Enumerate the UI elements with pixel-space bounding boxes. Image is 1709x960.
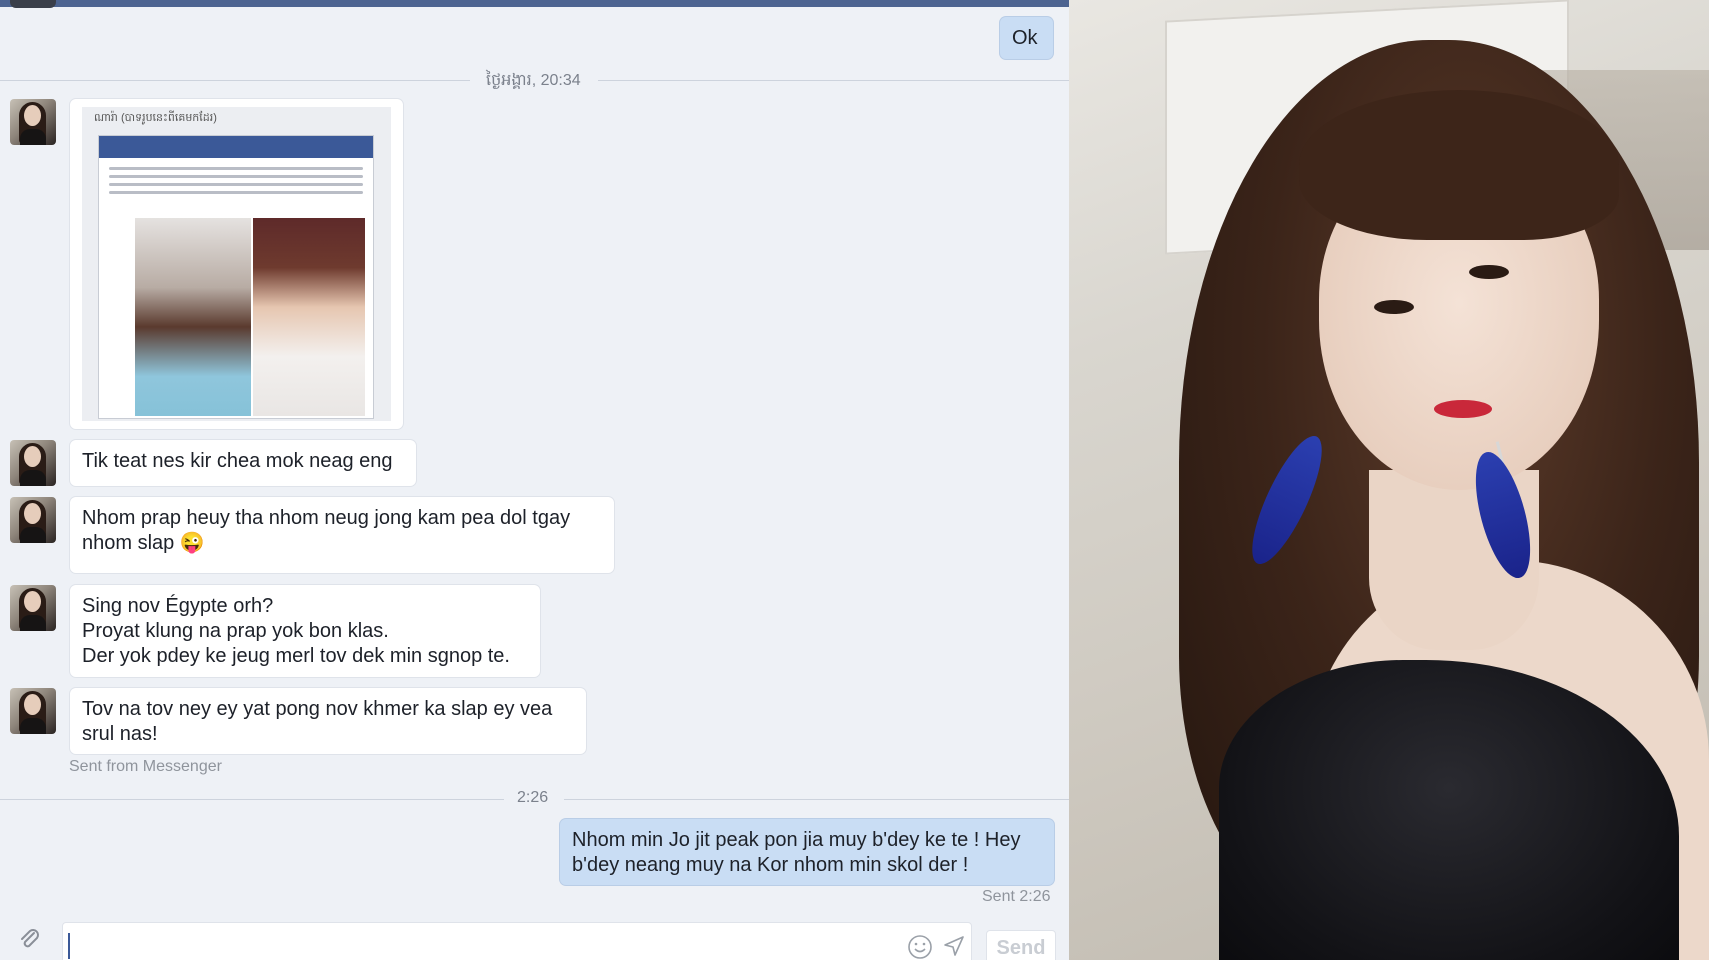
incoming-message[interactable]: Sing nov Égypte orh? Proyat klung na pra…	[70, 585, 540, 677]
facebook-header-bar	[99, 136, 373, 158]
message-input[interactable]	[62, 922, 972, 960]
message-line: Nhom prap heuy tha nhom neug jong kam pe…	[82, 507, 571, 529]
outgoing-message[interactable]: Nhom min Jo jit peak pon jia muy b'dey k…	[560, 819, 1054, 885]
message-line: Sing nov Égypte orh?	[82, 595, 274, 617]
avatar-face	[24, 694, 41, 715]
message-line: Proyat klung na prap yok bon klas.	[82, 620, 389, 642]
emoji-icon[interactable]	[907, 934, 933, 960]
paperclip-icon-svg	[21, 929, 39, 948]
message-line: Nhom min Jo jit peak pon jia muy b'dey k…	[572, 829, 1021, 851]
emoji-icon-svg	[908, 935, 932, 959]
avatar-face	[24, 446, 41, 467]
photo-eye-left	[1374, 300, 1414, 314]
sent-status: Sent 2:26	[982, 888, 1051, 905]
avatar-body	[20, 470, 46, 486]
top-bar	[0, 0, 1069, 7]
divider-line	[0, 799, 504, 800]
shared-screenshot: ណារ៉ា (បាទរូបនេះពីគេមកដែរ)	[82, 107, 391, 421]
message-line: Der yok pdey ke jeug merl tov dek min sg…	[82, 645, 510, 667]
photo-lips	[1434, 400, 1492, 418]
post-photo-right	[253, 218, 365, 416]
divider-line	[0, 80, 470, 81]
date-divider-label: ថ្ងៃអង្គារ, 20:34	[486, 72, 581, 89]
shared-image-caption: ណារ៉ា (បាទរូបនេះពីគេមកដែរ)	[94, 112, 217, 124]
avatar-body	[20, 129, 46, 145]
incoming-message[interactable]: Tik teat nes kir chea mok neag eng	[70, 440, 416, 486]
avatar-face	[24, 591, 41, 612]
paperclip-icon[interactable]	[16, 926, 46, 956]
avatar-body	[20, 718, 46, 734]
message-line: Tov na tov ney ey yat pong nov khmer ka …	[82, 698, 553, 720]
post-photo-left	[135, 218, 251, 416]
incoming-message[interactable]: Nhom prap heuy tha nhom neug jong kam pe…	[70, 497, 614, 573]
text-caret	[68, 933, 70, 959]
outgoing-message-ok[interactable]: Ok	[1000, 17, 1053, 59]
photo-bangs	[1299, 90, 1619, 240]
avatar-body	[20, 527, 46, 543]
message-line: b'dey neang muy na Kor nhom min skol der…	[572, 854, 969, 876]
avatar-body	[20, 615, 46, 631]
phone-screenshot-frame	[98, 135, 374, 419]
message-line: Tik teat nes kir chea mok neag eng	[82, 450, 393, 472]
avatar	[10, 0, 56, 8]
sender-avatar[interactable]	[10, 440, 56, 486]
divider-line	[564, 799, 1069, 800]
message-line: srul nas!	[82, 723, 158, 745]
sender-avatar[interactable]	[10, 585, 56, 631]
send-arrow-icon[interactable]	[942, 934, 968, 960]
sent-from-messenger-label: Sent from Messenger	[69, 758, 222, 775]
post-text-lines	[109, 162, 363, 212]
messenger-chat-panel: Ok ថ្ងៃអង្គារ, 20:34 ណារ៉ា (បាទរូបនេះពីគ…	[0, 0, 1069, 960]
divider-line	[598, 80, 1069, 81]
time-divider-label: 2:26	[517, 789, 549, 806]
message-line: nhom slap 😜	[82, 532, 205, 554]
sender-avatar[interactable]	[10, 688, 56, 734]
photo-eye-right	[1469, 265, 1509, 279]
message-text: Ok	[1012, 27, 1038, 49]
sender-avatar[interactable]	[10, 497, 56, 543]
avatar-face	[24, 503, 41, 524]
sender-avatar[interactable]	[10, 99, 56, 145]
incoming-message[interactable]: Tov na tov ney ey yat pong nov khmer ka …	[70, 688, 586, 754]
shared-image-message[interactable]: ណារ៉ា (បាទរូបនេះពីគេមកដែរ)	[70, 99, 403, 429]
profile-photo	[1069, 0, 1709, 960]
send-arrow-icon-svg	[944, 936, 964, 956]
avatar-face	[24, 105, 41, 126]
send-button[interactable]: Send	[986, 930, 1056, 960]
